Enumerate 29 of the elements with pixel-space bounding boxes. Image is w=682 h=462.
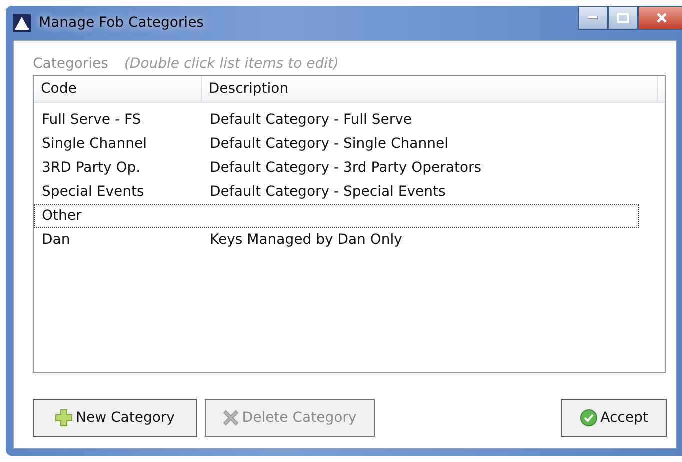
hint-text: (Double click list items to edit) [124,56,339,72]
window-title: Manage Fob Categories [39,15,204,31]
x-icon [223,410,240,426]
code-cell-text: Full Serve - FS [41,112,142,128]
code-cell-text: Special Events [41,184,146,200]
categories-label: Categories [33,56,108,72]
description-cell-text: Default Category - Special Events [209,184,446,200]
column-header[interactable]: Description [202,76,658,102]
maximize-button[interactable] [608,6,638,30]
description-cell-text: Default Category - Single Channel [209,136,448,152]
app-logo-icon [13,14,31,32]
plus-icon [55,409,74,427]
accept-button[interactable]: Accept [561,399,667,437]
column-header[interactable]: Code [34,76,202,102]
code-cell-text: Other [41,208,83,224]
code-cell-text: 3RD Party Op. [41,160,142,176]
maximize-icon [617,13,629,23]
description-cell-text: Default Category - 3rd Party Operators [209,160,482,176]
code-cell-text: Dan [41,232,72,248]
minimize-button[interactable] [578,6,608,30]
code-cell-text: Single Channel [41,136,148,152]
minimize-icon [588,16,598,20]
checkmark-icon [580,409,598,427]
close-button[interactable] [638,6,682,30]
focused-row[interactable]: Other [34,204,639,228]
close-icon [656,12,668,24]
description-cell-text: Keys Managed by Dan Only [209,232,402,248]
new-category-button[interactable]: New Category [33,399,197,437]
description-cell-text: Default Category - Full Serve [209,112,412,128]
